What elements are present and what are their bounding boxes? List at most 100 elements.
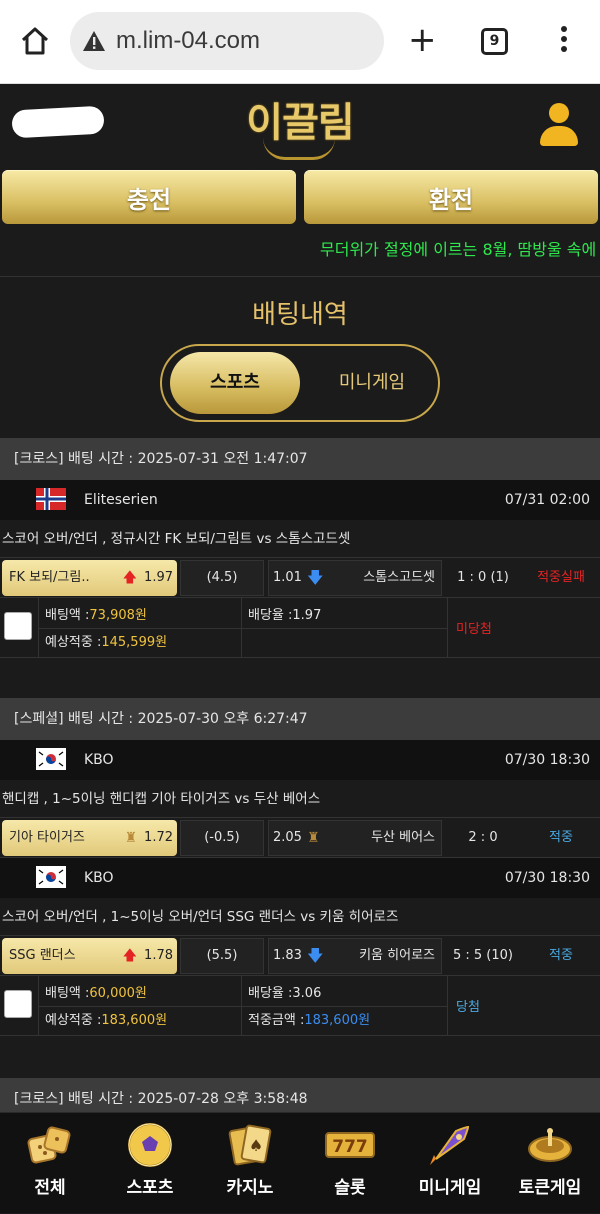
nav-sports-label: 스포츠	[126, 1178, 174, 1198]
select-checkbox[interactable]	[4, 612, 32, 640]
market-description: 핸디캡 , 1~5이닝 핸디캡 기아 타이거즈 vs 두산 베어스	[0, 780, 600, 818]
league-name: Eliteserien	[84, 492, 158, 508]
line-value: (5.5)	[180, 938, 264, 974]
home-icon[interactable]	[20, 26, 50, 56]
nav-token-game[interactable]: 토큰게임	[500, 1113, 600, 1214]
down-arrow-icon: 🡇	[307, 568, 324, 587]
bet-status: 미당첨	[456, 622, 492, 637]
up-arrow-icon: 🡅	[122, 948, 137, 964]
league-row: KBO 07/30 18:30	[0, 740, 600, 780]
home-team: FK 보되/그림..	[9, 570, 90, 585]
rocket-icon	[430, 1125, 470, 1165]
home-odds: 1.78	[144, 948, 173, 963]
expected-win: 183,600원	[101, 1013, 168, 1028]
bet-summary: 배팅액 :73,908원 예상적중 :145,599원 배당율 :1.97 미당…	[0, 598, 600, 658]
win-amount: 183,600원	[304, 1013, 371, 1028]
away-team: 키움 히어로즈	[359, 948, 435, 963]
tie-icon: ♜	[124, 830, 137, 846]
notice-marquee: 무더위가 절정에 이르는 8월, 땀방울 속에	[320, 240, 597, 259]
category-toggle: 스포츠 미니게임	[160, 344, 440, 422]
expected-label: 예상적중 :	[45, 1013, 102, 1028]
nav-sports[interactable]: 스포츠	[100, 1113, 200, 1214]
away-odds: 1.01	[273, 570, 302, 585]
slot-777-icon: 777	[325, 1132, 375, 1158]
page-title: 배팅내역	[252, 300, 348, 330]
user-icon[interactable]	[539, 103, 579, 147]
away-pick[interactable]: 1.83 🡇 키움 히어로즈	[268, 938, 442, 974]
match-score: 2 : 0	[468, 830, 498, 845]
league-name: KBO	[84, 752, 114, 768]
tie-icon: ♜	[307, 830, 320, 846]
exchange-button[interactable]: 환전	[304, 170, 598, 224]
odds-rate: 3.06	[292, 986, 322, 1001]
home-odds: 1.72	[144, 830, 173, 845]
norway-flag-icon	[36, 488, 66, 510]
new-tab-icon[interactable]: +	[408, 22, 437, 58]
match-time: 07/30 18:30	[504, 870, 590, 886]
away-odds: 1.83	[273, 948, 302, 963]
tab-sports[interactable]: 스포츠	[170, 352, 300, 414]
game-result: 적중	[549, 948, 573, 963]
nav-minigame[interactable]: 미니게임	[400, 1113, 500, 1214]
rate-label: 배당율 :	[248, 986, 293, 1001]
soccer-ball-icon	[128, 1123, 172, 1167]
select-checkbox[interactable]	[4, 990, 32, 1018]
rate-label: 배당율 :	[248, 608, 293, 623]
home-team: 기아 타이거즈	[9, 830, 85, 845]
away-team: 스톰스고드셋	[363, 570, 435, 585]
tab-count-button[interactable]: 9	[481, 28, 508, 55]
logo-swoosh	[263, 138, 335, 160]
match-score: 1 : 0 (1)	[457, 570, 509, 585]
nav-slot[interactable]: 777 슬롯	[300, 1113, 400, 1214]
home-pick[interactable]: SSG 랜더스 🡅 1.78	[2, 938, 177, 974]
line-value: (-0.5)	[180, 820, 264, 856]
up-arrow-icon: 🡅	[122, 570, 137, 586]
address-bar[interactable]: m.lim-04.com	[70, 12, 384, 70]
bottom-nav: 전체 스포츠 ♠ 카지노 777 슬롯 미니게임 토큰게임	[0, 1112, 600, 1213]
cards-icon: ♠	[228, 1124, 272, 1166]
bet-header: [스페셜] 배팅 시간 : 2025-07-30 오후 6:27:47	[0, 698, 600, 740]
game-result: 적중	[549, 830, 573, 845]
away-pick[interactable]: 1.01 🡇 스톰스고드셋	[268, 560, 442, 596]
league-row: Eliteserien 07/31 02:00	[0, 480, 600, 520]
odds-row: 기아 타이거즈 ♜ 1.72 (-0.5) 2.05 ♜ 두산 베어스 2 : …	[0, 818, 600, 858]
nav-all[interactable]: 전체	[0, 1113, 100, 1214]
match-score: 5 : 5 (10)	[452, 948, 513, 963]
match-time: 07/31 02:00	[504, 492, 590, 508]
market-description: 스코어 오버/언더 , 1~5이닝 오버/언더 SSG 랜더스 vs 키움 히어…	[0, 898, 600, 936]
line-value: (4.5)	[180, 560, 264, 596]
bet-summary: 배팅액 :60,000원 예상적중 :183,600원 배당율 :3.06 적중…	[0, 976, 600, 1036]
bet-amount-label: 배팅액 :	[45, 608, 90, 623]
expected-label: 예상적중 :	[45, 635, 102, 650]
dice-icon	[27, 1126, 71, 1164]
league-row: KBO 07/30 18:30	[0, 858, 600, 898]
nav-slot-label: 슬롯	[334, 1178, 366, 1198]
away-pick[interactable]: 2.05 ♜ 두산 베어스	[268, 820, 442, 856]
bet-amount-label: 배팅액 :	[45, 986, 90, 1001]
bet-amount: 73,908원	[89, 608, 147, 623]
home-pick[interactable]: 기아 타이거즈 ♜ 1.72	[2, 820, 177, 856]
home-pick[interactable]: FK 보되/그림.. 🡅 1.97	[2, 560, 177, 596]
svg-text:777: 777	[332, 1137, 368, 1157]
divider	[0, 276, 600, 277]
bet-header: [크로스] 배팅 시간 : 2025-07-31 오전 1:47:07	[0, 438, 600, 480]
tab-minigame[interactable]: 미니게임	[312, 352, 432, 414]
match-time: 07/30 18:30	[504, 752, 590, 768]
league-name: KBO	[84, 870, 114, 886]
menu-icon[interactable]	[560, 26, 568, 58]
browser-toolbar: m.lim-04.com + 9	[0, 0, 600, 84]
odds-row: FK 보되/그림.. 🡅 1.97 (4.5) 1.01 🡇 스톰스고드셋 1 …	[0, 558, 600, 598]
home-team: SSG 랜더스	[9, 948, 76, 963]
url-text: m.lim-04.com	[116, 27, 261, 54]
win-amount-label: 적중금액 :	[248, 1013, 305, 1028]
nav-token-game-label: 토큰게임	[518, 1178, 582, 1198]
korea-flag-icon	[36, 748, 66, 770]
bet-amount: 60,000원	[89, 986, 147, 1001]
korea-flag-icon	[36, 866, 66, 888]
expected-win: 145,599원	[101, 635, 168, 650]
away-team: 두산 베어스	[371, 830, 435, 845]
nav-casino[interactable]: ♠ 카지노	[200, 1113, 300, 1214]
odds-rate: 1.97	[292, 608, 322, 623]
charge-button[interactable]: 충전	[2, 170, 296, 224]
away-odds: 2.05	[273, 830, 302, 845]
